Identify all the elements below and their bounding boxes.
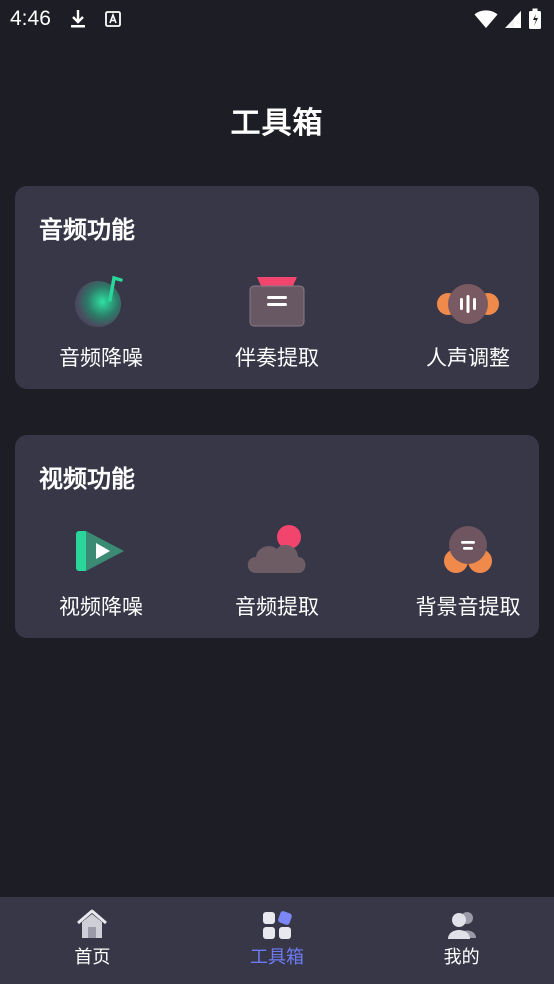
audio-denoise-button[interactable]: 音频降噪 — [16, 274, 186, 374]
background-sound-extract-button[interactable]: 背景音提取 — [383, 523, 553, 623]
page-title: 工具箱 — [230, 106, 324, 141]
battery-icon — [528, 8, 542, 30]
tab-toolbox-label: 工具箱 — [250, 947, 304, 968]
tab-home[interactable]: 首页 — [0, 897, 185, 984]
video-denoise-icon — [66, 523, 136, 579]
audio-denoise-label: 音频降噪 — [59, 346, 143, 370]
bottom-tab-bar: 首页 工具箱 我的 — [0, 897, 554, 984]
tab-home-label: 首页 — [74, 947, 111, 968]
tab-profile-label: 我的 — [443, 947, 480, 968]
audio-extract-button[interactable]: 音频提取 — [192, 523, 362, 623]
home-icon — [75, 909, 109, 941]
vocal-adjust-label: 人声调整 — [426, 346, 510, 370]
audio-denoise-icon — [66, 274, 136, 330]
video-denoise-label: 视频降噪 — [59, 595, 143, 619]
profile-icon — [445, 909, 479, 941]
vocal-adjust-button[interactable]: 人声调整 — [383, 274, 553, 374]
accompaniment-extract-button[interactable]: 伴奏提取 — [192, 274, 362, 374]
audio-extract-icon — [242, 523, 312, 579]
audio-functions-card: 音频功能 音频降噪 伴奏提取 人声调整 — [15, 186, 539, 389]
background-sound-extract-icon — [433, 523, 503, 579]
background-sound-extract-label: 背景音提取 — [415, 595, 521, 619]
font-app-icon — [104, 11, 121, 27]
accompaniment-extract-icon — [242, 274, 312, 330]
toolbox-icon — [260, 909, 294, 941]
status-time: 4:46 — [10, 7, 51, 30]
vocal-adjust-icon — [433, 274, 503, 330]
video-functions-card: 视频功能 视频降噪 音频提取 背景音提取 — [15, 435, 539, 638]
video-denoise-button[interactable]: 视频降噪 — [16, 523, 186, 623]
tab-profile[interactable]: 我的 — [369, 897, 554, 984]
tab-toolbox[interactable]: 工具箱 — [185, 897, 370, 984]
wifi-icon — [474, 9, 498, 29]
audio-section-title: 音频功能 — [39, 216, 135, 244]
accompaniment-extract-label: 伴奏提取 — [235, 346, 319, 370]
signal-icon — [504, 9, 522, 29]
video-section-title: 视频功能 — [39, 465, 135, 493]
status-bar: 4:46 — [0, 0, 554, 38]
audio-extract-label: 音频提取 — [235, 595, 319, 619]
download-icon — [69, 9, 87, 29]
